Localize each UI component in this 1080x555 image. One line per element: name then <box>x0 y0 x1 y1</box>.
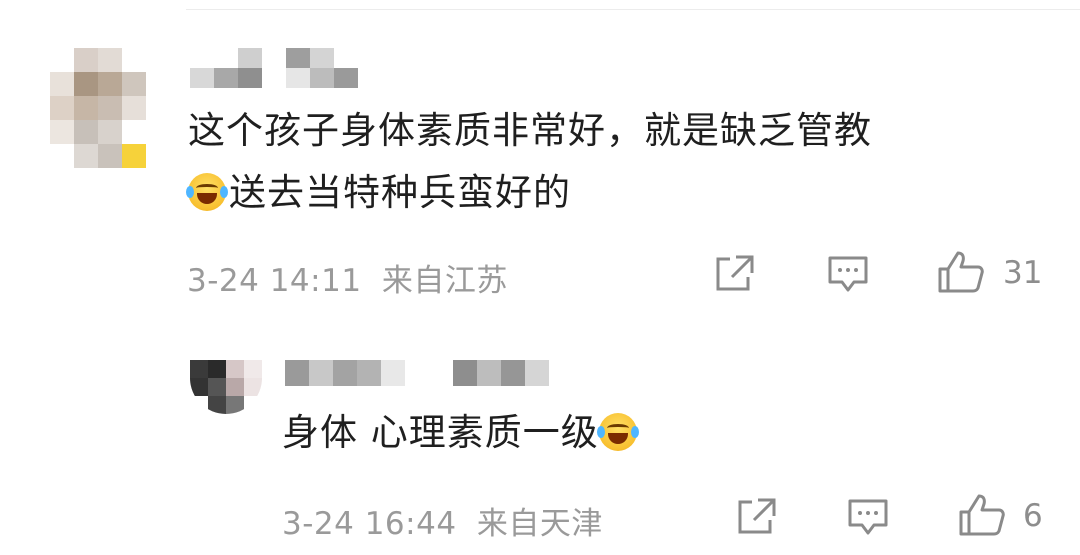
laughing-tears-emoji-icon <box>186 173 228 211</box>
comment-time: 3-24 14:11 <box>187 263 362 299</box>
like-count: 31 <box>1003 255 1043 291</box>
thumbs-up-icon[interactable] <box>957 492 1007 538</box>
reply-avatar[interactable] <box>190 360 262 414</box>
comment-body: 这个孩子身体素质非常好，就是缺乏管教 送去当特种兵蛮好的 <box>186 100 872 224</box>
avatar[interactable] <box>50 48 146 168</box>
share-icon[interactable] <box>734 496 778 536</box>
reply-meta: 3-24 16:44 来自天津 <box>282 498 603 543</box>
reply-like-count: 6 <box>1023 498 1043 534</box>
comment-icon[interactable] <box>846 497 890 537</box>
comment-line-1: 这个孩子身体素质非常好，就是缺乏管教 <box>188 109 872 152</box>
username-blurred[interactable] <box>190 48 358 88</box>
reply-location: 来自天津 <box>476 506 603 542</box>
share-icon[interactable] <box>712 253 756 293</box>
comment-line-2: 送去当特种兵蛮好的 <box>186 162 872 224</box>
comment-icon[interactable] <box>826 254 870 294</box>
reply-time: 3-24 16:44 <box>282 506 457 542</box>
reply-text: 身体 心理素质一级 <box>282 411 599 454</box>
reply-username-blurred[interactable] <box>285 360 549 386</box>
thumbs-up-icon[interactable] <box>936 249 986 295</box>
comment-location: 来自江苏 <box>381 263 508 299</box>
reply-body: 身体 心理素质一级 <box>282 402 640 464</box>
divider <box>186 9 1080 10</box>
laughing-tears-emoji-icon <box>596 413 639 451</box>
comment-meta: 3-24 14:11 来自江苏 <box>187 255 508 300</box>
